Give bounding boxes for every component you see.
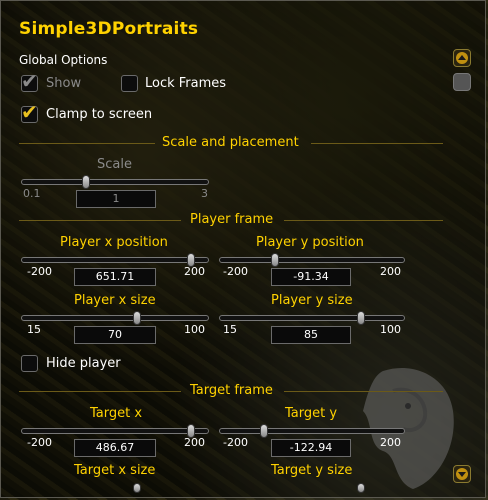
global-options-label: Global Options <box>19 53 108 67</box>
scroll-down-button[interactable] <box>453 465 471 483</box>
target-x-input[interactable]: 486.67 <box>74 439 156 457</box>
player-y-size-thumb[interactable] <box>357 311 365 325</box>
scale-slider-thumb[interactable] <box>82 175 90 189</box>
target-y-min: -200 <box>223 436 248 449</box>
divider <box>19 391 181 392</box>
show-checkbox[interactable]: ✔ <box>21 69 38 93</box>
player-y-size-max: 100 <box>380 323 401 336</box>
checkmark-icon: ✔ <box>21 100 38 124</box>
checkmark-icon: ✔ <box>21 69 38 93</box>
target-y-thumb[interactable] <box>260 424 268 438</box>
player-x-pos-input[interactable]: 651.71 <box>74 268 156 286</box>
scale-label: Scale <box>97 157 132 172</box>
player-y-pos-thumb[interactable] <box>271 253 279 267</box>
target-y-input[interactable]: -122.94 <box>271 439 351 457</box>
target-x-size-thumb[interactable] <box>133 483 141 493</box>
divider <box>311 143 443 144</box>
scale-slider[interactable] <box>21 179 209 185</box>
lock-frames-label: Lock Frames <box>145 76 227 91</box>
scale-max: 3 <box>201 187 208 200</box>
lion-emblem-icon <box>363 367 454 489</box>
divider <box>284 220 443 221</box>
scale-min: 0.1 <box>23 187 41 200</box>
player-y-size-min: 15 <box>223 323 237 336</box>
section-header-target: Target frame <box>190 383 273 398</box>
target-y-size-thumb[interactable] <box>357 483 365 493</box>
target-y-size-label: Target y size <box>271 463 353 478</box>
divider <box>19 143 155 144</box>
player-y-pos-input[interactable]: -91.34 <box>271 268 351 286</box>
target-y-slider[interactable] <box>219 428 405 434</box>
target-x-min: -200 <box>27 436 52 449</box>
show-label: Show <box>46 76 82 91</box>
scrollbar-thumb[interactable] <box>453 73 471 91</box>
player-y-size-label: Player y size <box>271 293 353 308</box>
player-x-pos-min: -200 <box>27 265 52 278</box>
scroll-up-icon <box>456 52 468 64</box>
player-x-size-slider[interactable] <box>21 315 209 321</box>
hide-player-checkbox[interactable] <box>21 355 38 372</box>
target-x-size-label: Target x size <box>74 463 156 478</box>
player-y-size-input[interactable]: 85 <box>271 326 351 344</box>
player-y-size-slider[interactable] <box>219 315 405 321</box>
section-header-scale: Scale and placement <box>162 135 299 150</box>
scale-value-input[interactable]: 1 <box>76 190 156 208</box>
player-x-size-thumb[interactable] <box>133 311 141 325</box>
scroll-up-button[interactable] <box>453 49 471 67</box>
target-x-slider[interactable] <box>21 428 209 434</box>
player-y-pos-slider[interactable] <box>219 257 405 263</box>
player-y-pos-min: -200 <box>223 265 248 278</box>
player-x-size-min: 15 <box>27 323 41 336</box>
clamp-label: Clamp to screen <box>46 107 153 122</box>
clamp-checkbox[interactable]: ✔ <box>21 100 38 124</box>
hide-player-label: Hide player <box>46 356 121 371</box>
target-x-max: 200 <box>184 436 205 449</box>
player-x-size-input[interactable]: 70 <box>74 326 156 344</box>
options-panel: Simple3DPortraits Global Options ✔ Show … <box>0 0 486 498</box>
player-x-pos-max: 200 <box>184 265 205 278</box>
divider <box>19 220 181 221</box>
player-x-size-label: Player x size <box>74 293 156 308</box>
lock-frames-checkbox[interactable] <box>121 75 138 92</box>
player-y-pos-max: 200 <box>380 265 401 278</box>
divider <box>284 391 443 392</box>
target-y-max: 200 <box>380 436 401 449</box>
target-y-label: Target y <box>285 406 338 421</box>
target-x-label: Target x <box>90 406 143 421</box>
section-header-player: Player frame <box>190 212 274 227</box>
addon-title: Simple3DPortraits <box>19 19 199 39</box>
player-x-pos-slider[interactable] <box>21 257 209 263</box>
player-x-size-max: 100 <box>184 323 205 336</box>
player-x-pos-label: Player x position <box>60 235 168 250</box>
player-y-pos-label: Player y position <box>256 235 364 250</box>
scroll-down-icon <box>456 468 468 480</box>
